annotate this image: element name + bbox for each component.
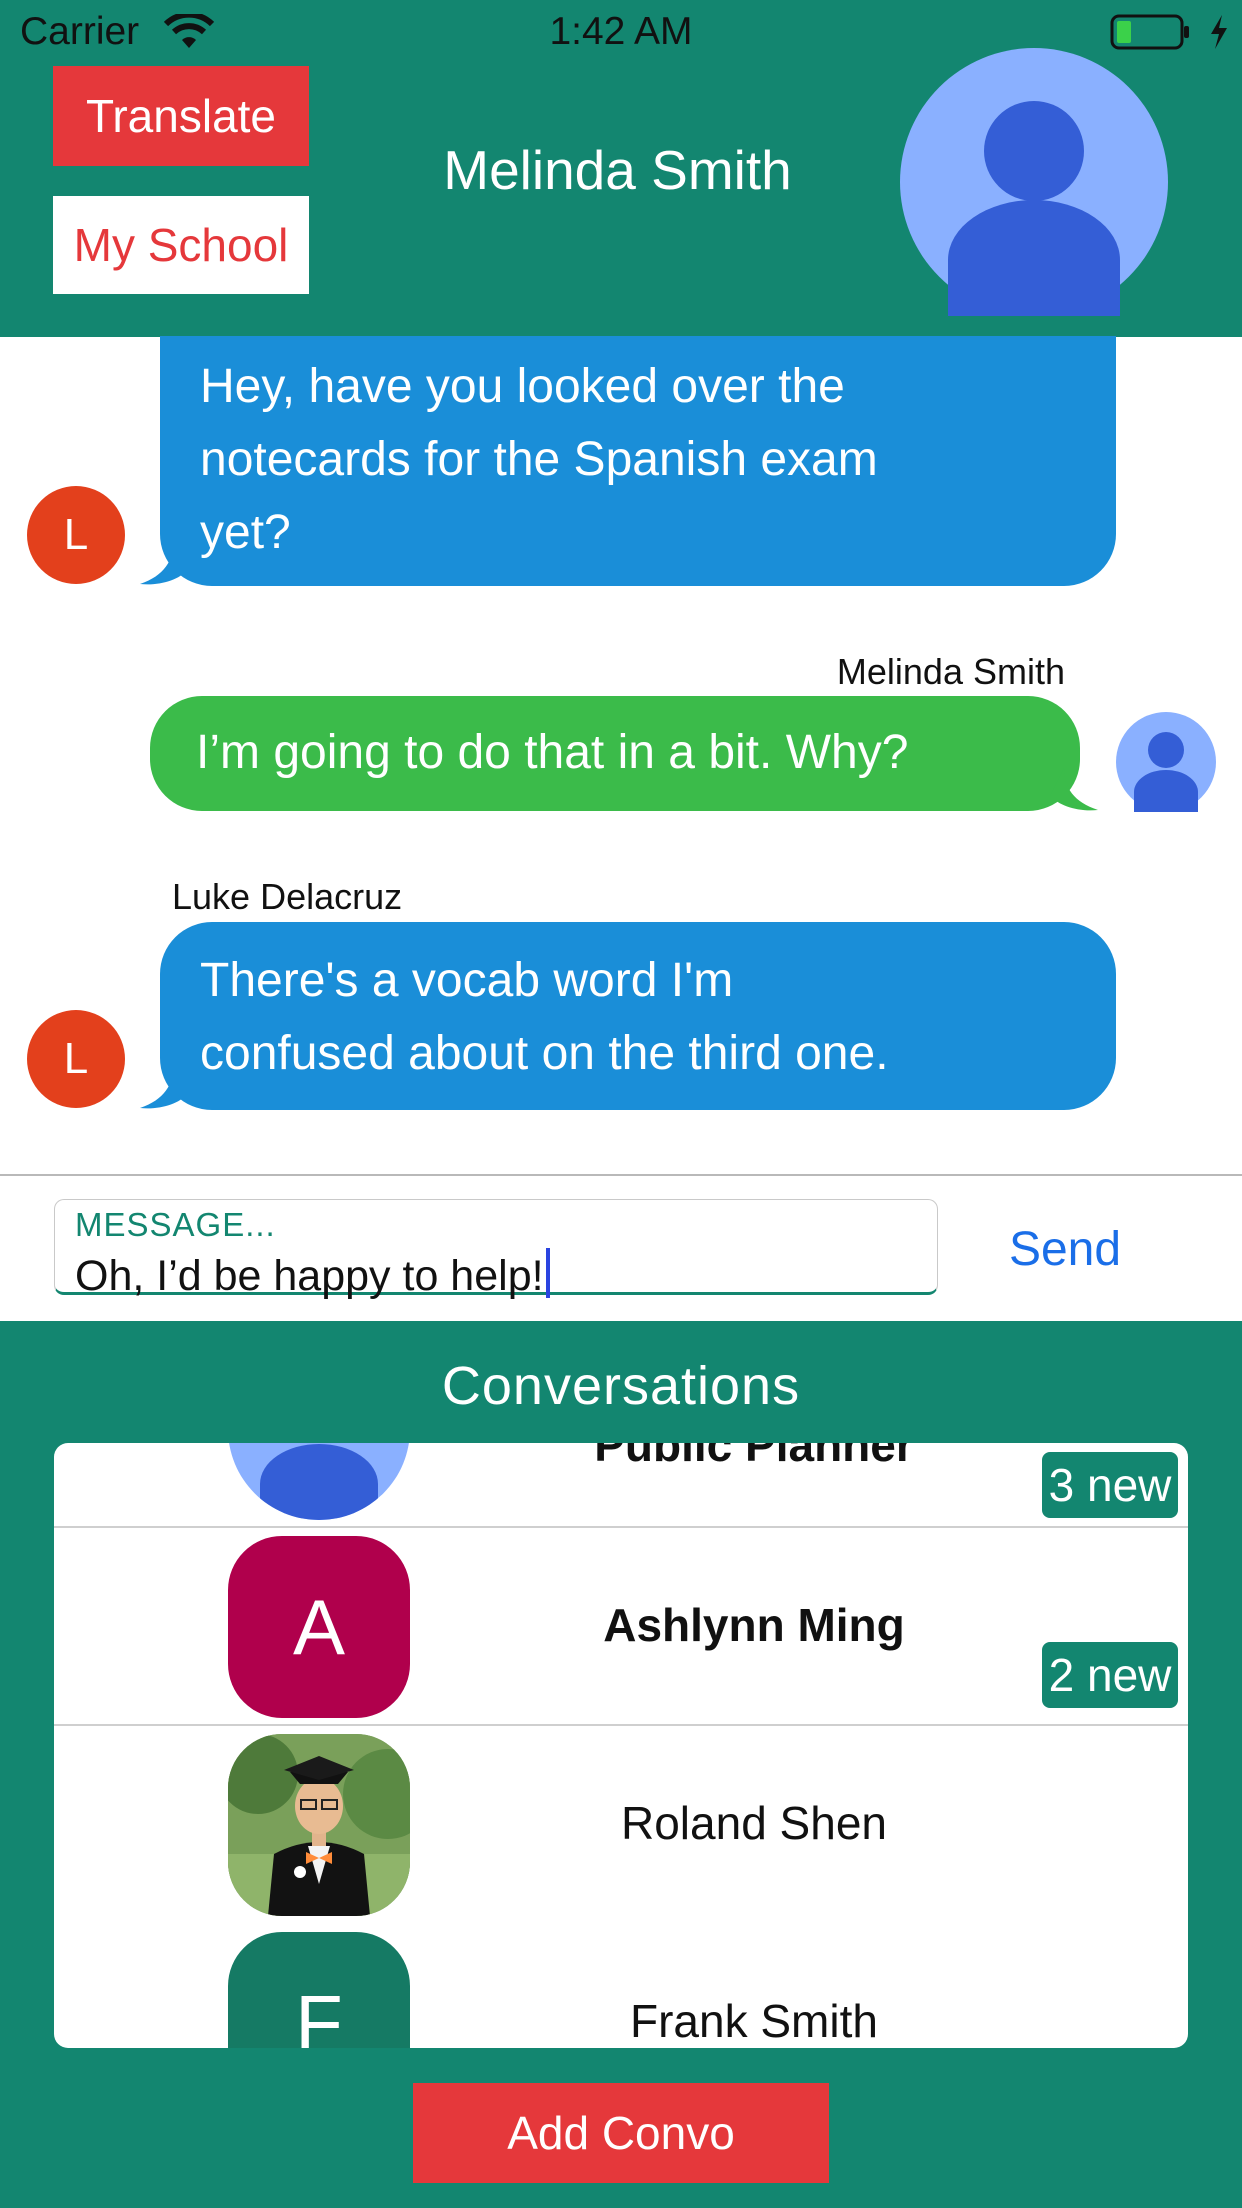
message-line: Hey, have you looked over the (200, 360, 845, 413)
sender-name: Luke Delacruz (172, 876, 403, 917)
own-avatar[interactable] (1116, 712, 1216, 812)
message-line: There's a vocab word I'm (200, 954, 734, 1007)
text-caret (545, 1248, 550, 1298)
translate-button[interactable]: Translate (53, 66, 309, 166)
conversation-row[interactable]: Public Planner 3 new (54, 1443, 1188, 1528)
message-input[interactable]: MESSAGE... Oh, I’d be happy to help! (54, 1199, 938, 1300)
conversation-name: Roland Shen (621, 1797, 887, 1849)
add-convo-button[interactable]: Add Convo (413, 2083, 829, 2183)
new-count-badge: 3 new (1042, 1452, 1178, 1518)
my-school-button[interactable]: My School (53, 196, 309, 294)
message-input-label: MESSAGE... (75, 1206, 276, 1243)
sender-name: Melinda Smith (836, 651, 1065, 692)
new-count-badge: 2 new (1042, 1642, 1178, 1708)
sender-avatar[interactable]: L (27, 1010, 125, 1108)
conversation-list[interactable]: Public Planner 3 new A Ashlynn Ming 2 ne… (54, 1443, 1188, 2048)
bubble-tail (140, 540, 188, 585)
charging-icon (1208, 14, 1230, 55)
conversation-name: Frank Smith (630, 1995, 878, 2047)
message-line: confused about on the third one. (200, 1027, 889, 1080)
person-icon (228, 1443, 410, 1520)
profile-photo (228, 1734, 410, 1916)
sender-avatar[interactable]: L (27, 486, 125, 584)
message-line: yet? (200, 506, 291, 559)
message-bubble-outgoing: I’m going to do that in a bit. Why? (150, 696, 1080, 811)
bubble-tail (1050, 768, 1098, 811)
conversation-name: Public Planner (594, 1443, 914, 1471)
bubble-tail (140, 1064, 188, 1109)
conversation-name: Ashlynn Ming (603, 1599, 905, 1651)
divider (0, 1174, 1242, 1176)
conversations-title: Conversations (441, 1356, 801, 1416)
conversation-row[interactable]: Roland Shen (54, 1726, 1188, 1924)
person-icon (1116, 712, 1216, 812)
avatar-letter: A (228, 1536, 410, 1718)
send-button[interactable]: Send (980, 1222, 1150, 1277)
avatar-letter: F (228, 1932, 410, 2048)
person-icon (900, 48, 1168, 316)
contact-avatar[interactable] (900, 48, 1168, 316)
message-line: notecards for the Spanish exam (200, 433, 878, 486)
message-bubble-incoming: Hey, have you looked over the notecards … (160, 336, 1116, 586)
message-bubble-incoming: There's a vocab word I'm confused about … (160, 922, 1116, 1110)
message-input-value[interactable]: Oh, I’d be happy to help! (75, 1248, 550, 1301)
conversation-row[interactable]: A Ashlynn Ming 2 new (54, 1528, 1188, 1726)
contact-name-title: Melinda Smith (443, 139, 792, 201)
message-line: I’m going to do that in a bit. Why? (196, 726, 909, 779)
conversation-row[interactable]: F Frank Smith (54, 1924, 1188, 2048)
